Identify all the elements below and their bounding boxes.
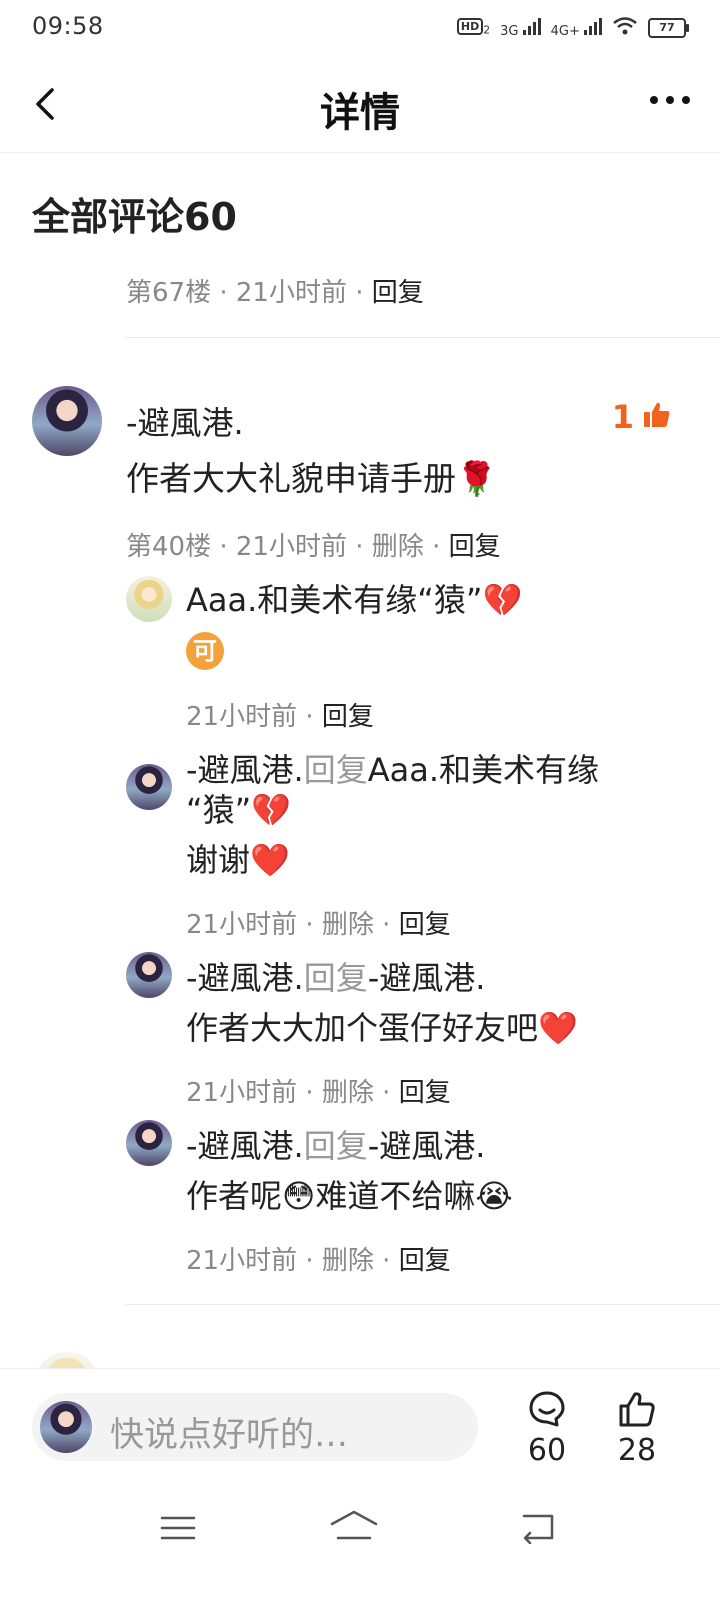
- avatar[interactable]: [126, 576, 172, 622]
- reply-item: Aaa.和美术有缘“猿”💔: [186, 576, 522, 624]
- reply-item: -避風港.回复-避風港.: [186, 1127, 486, 1165]
- like-button[interactable]: 1: [612, 398, 672, 436]
- reply-target-cont: “猿”💔: [186, 791, 292, 829]
- more-icon[interactable]: [650, 96, 690, 104]
- status-bar: 09:58 HD 2 3G 4G+ 77: [0, 0, 720, 56]
- comment-text: 作者大大礼貌申请手册🌹: [126, 459, 498, 498]
- battery-icon: 77: [648, 18, 689, 38]
- comment-input-placeholder: 快说点好听的…: [110, 1415, 348, 1455]
- divider: [126, 337, 720, 338]
- time-label: 21小时前: [186, 910, 298, 940]
- floor-label: 第40楼: [126, 532, 212, 562]
- reply-link[interactable]: 回复: [399, 1078, 451, 1108]
- reply-username[interactable]: Aaa.和美术有缘“猿”: [186, 581, 482, 619]
- wifi-icon: [612, 16, 638, 40]
- like-count: 28: [617, 1433, 657, 1468]
- avatar[interactable]: [32, 386, 102, 456]
- like-count-button[interactable]: 28: [610, 1389, 664, 1468]
- red-heart-emoji: ❤️: [538, 1009, 578, 1047]
- thumbs-up-icon: [610, 1389, 664, 1433]
- comment-count: 60: [527, 1433, 567, 1468]
- reply-meta: 21小时前 · 删除 · 回复: [186, 1246, 451, 1276]
- time-label: 21小时前: [186, 1078, 298, 1108]
- time-label: 21小时前: [186, 702, 298, 732]
- thumbs-up-icon: [642, 400, 672, 434]
- rose-emoji: 🌹: [456, 459, 498, 498]
- comment-meta: 第40楼 · 21小时前 · 删除 · 回复: [126, 532, 501, 562]
- home-icon[interactable]: [328, 1508, 380, 1548]
- signal-3g-icon: 3G: [500, 17, 541, 39]
- page-title: 详情: [320, 90, 400, 136]
- avatar[interactable]: [126, 1120, 172, 1166]
- status-time: 09:58: [32, 12, 104, 40]
- reply-target[interactable]: -避風港.: [368, 1127, 486, 1165]
- reply-text: 作者大大加个蛋仔好友吧❤️: [186, 1009, 578, 1047]
- delete-link[interactable]: 删除: [322, 1246, 374, 1276]
- reply-username[interactable]: -避風港.: [186, 1127, 304, 1165]
- prev-comment-meta: 第67楼 · 21小时前 · 回复: [126, 278, 424, 308]
- reply-text: 谢谢❤️: [186, 841, 290, 879]
- hd-icon: HD 2: [456, 18, 490, 37]
- reply-link[interactable]: 回复: [399, 1246, 451, 1276]
- reply-target[interactable]: Aaa.和美术有缘: [368, 751, 599, 789]
- flushed-face-emoji: 😳: [282, 1177, 316, 1215]
- reply-meta: 21小时前 · 删除 · 回复: [186, 1078, 451, 1108]
- delete-link[interactable]: 删除: [322, 1078, 374, 1108]
- delete-link[interactable]: 删除: [322, 910, 374, 940]
- reply-meta: 21小时前 · 回复: [186, 702, 374, 732]
- top-nav: 详情: [0, 56, 720, 153]
- comment-input[interactable]: 快说点好听的…: [32, 1393, 478, 1461]
- status-icons: HD 2 3G 4G+ 77: [456, 16, 689, 40]
- reply-link[interactable]: 回复: [372, 278, 424, 308]
- ke-sticker-icon: 可: [186, 632, 224, 670]
- signal-4g-icon: 4G+: [551, 17, 602, 39]
- red-heart-emoji: ❤️: [250, 841, 290, 879]
- avatar[interactable]: [126, 764, 172, 810]
- comment-bubble-icon: [520, 1389, 574, 1433]
- reply-link[interactable]: 回复: [449, 532, 501, 562]
- comment-input-bar: 快说点好听的… 60 28: [0, 1368, 720, 1489]
- reply-username[interactable]: -避風港.: [186, 959, 304, 997]
- menu-icon[interactable]: [158, 1512, 198, 1548]
- comment-username[interactable]: -避風港.: [126, 398, 244, 444]
- my-avatar: [40, 1401, 92, 1453]
- reply-link[interactable]: 回复: [399, 910, 451, 940]
- like-count: 1: [611, 398, 634, 436]
- reply-link[interactable]: 回复: [322, 702, 374, 732]
- reply-text: 作者呢😳难道不给嘛😭: [186, 1177, 513, 1215]
- reply-username[interactable]: -避風港.: [186, 751, 304, 789]
- reply-item: -避風港.回复-避風港.: [186, 959, 486, 997]
- floor-label: 第67楼: [126, 278, 212, 308]
- delete-link[interactable]: 删除: [372, 532, 424, 562]
- broken-heart-emoji: 💔: [251, 791, 292, 829]
- divider: [126, 1304, 720, 1305]
- time-label: 21小时前: [235, 532, 347, 562]
- comments-title: 全部评论60: [32, 195, 237, 239]
- reply-text: 可: [186, 632, 224, 670]
- reply-meta: 21小时前 · 删除 · 回复: [186, 910, 451, 940]
- time-label: 21小时前: [186, 1246, 298, 1276]
- reply-target[interactable]: -避風港.: [368, 959, 486, 997]
- back-nav-icon[interactable]: [518, 1510, 560, 1548]
- time-label: 21小时前: [235, 278, 347, 308]
- comment-count-button[interactable]: 60: [520, 1389, 574, 1468]
- system-nav-bar: [0, 1490, 720, 1600]
- crying-face-emoji: 😭: [475, 1177, 513, 1215]
- broken-heart-emoji: 💔: [482, 581, 523, 619]
- avatar[interactable]: [126, 952, 172, 998]
